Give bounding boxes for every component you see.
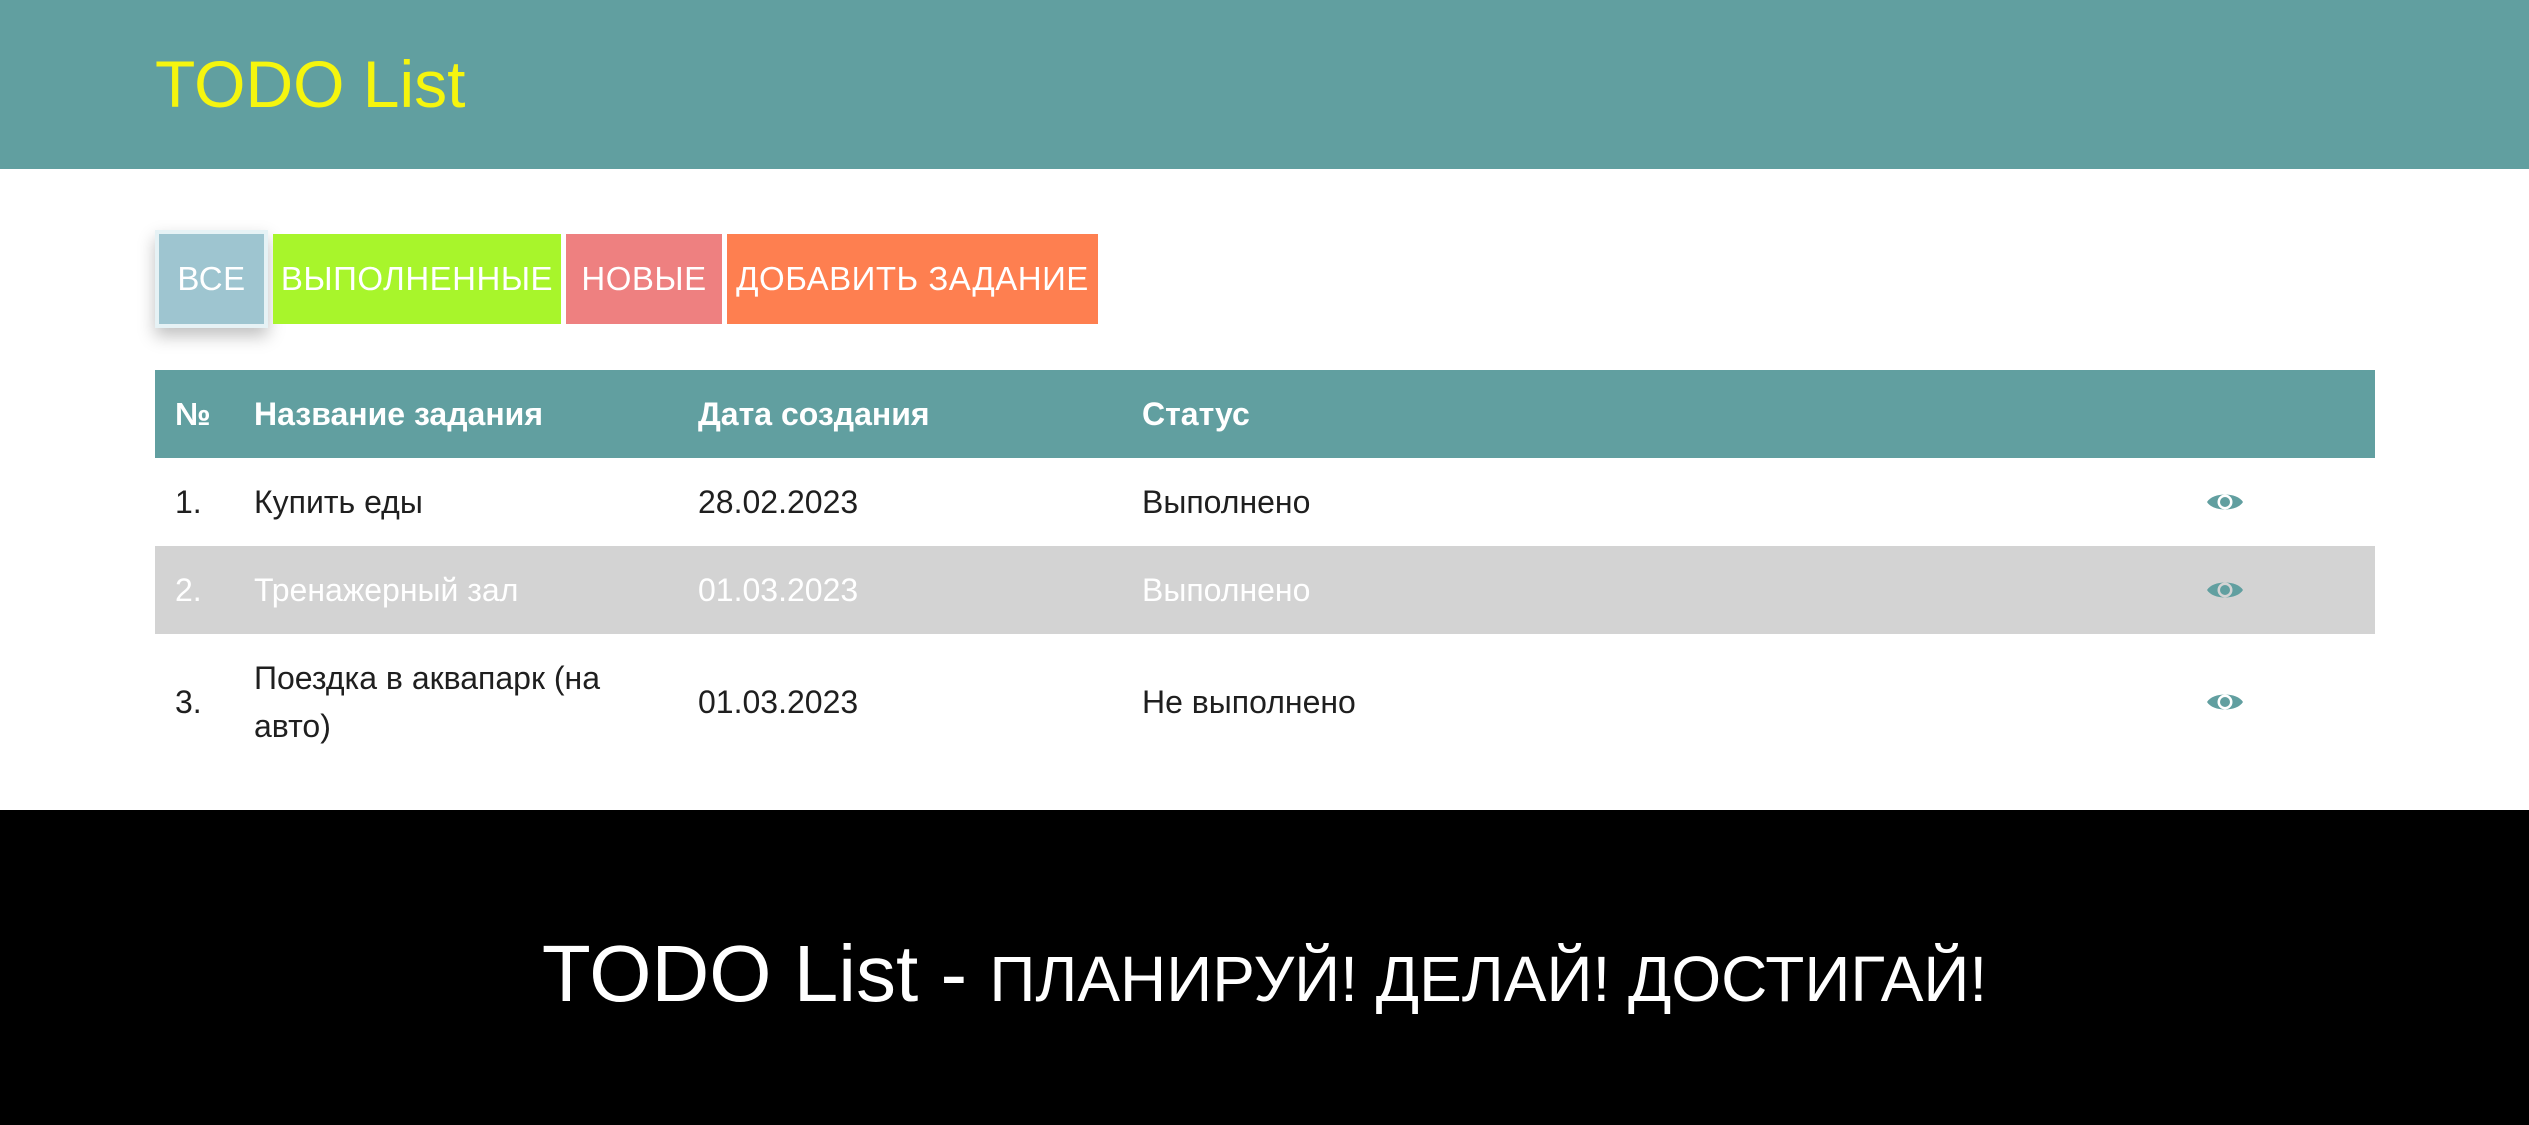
footer-tagline: TODO List - ПЛАНИРУЙ! ДЕЛАЙ! ДОСТИГАЙ! — [0, 928, 2529, 1020]
task-status: Выполнено — [1142, 571, 1311, 608]
footer-slogan: ПЛАНИРУЙ! ДЕЛАЙ! ДОСТИГАЙ! — [989, 943, 1988, 1015]
task-date: 28.02.2023 — [698, 483, 859, 520]
eye-icon[interactable] — [2205, 458, 2245, 546]
app-title: TODO List — [155, 47, 466, 121]
task-name: Тренажерный зал — [254, 572, 519, 608]
tasks-table: № Название задания Дата создания Статус … — [155, 370, 2375, 770]
filter-new-button[interactable]: НОВЫЕ — [566, 234, 722, 324]
task-number: 2. — [175, 571, 202, 608]
footer-app-name: TODO List — [541, 929, 919, 1018]
header-task-name: Название задания — [254, 396, 543, 432]
filter-done-button[interactable]: ВЫПОЛНЕННЫЕ — [273, 234, 561, 324]
table-row: 3. Поездка в аквапарк (на авто) 01.03.20… — [155, 634, 2375, 770]
app-footer: TODO List - ПЛАНИРУЙ! ДЕЛАЙ! ДОСТИГАЙ! — [0, 810, 2529, 1125]
app-header: TODO List — [0, 0, 2529, 169]
header-status: Статус — [1142, 395, 1250, 432]
task-name: Поездка в аквапарк (на авто) — [254, 660, 600, 744]
eye-icon[interactable] — [2205, 634, 2245, 770]
filter-toolbar: ВСЕ ВЫПОЛНЕННЫЕ НОВЫЕ ДОБАВИТЬ ЗАДАНИЕ — [155, 230, 1098, 328]
table-header: № Название задания Дата создания Статус — [155, 370, 2375, 458]
table-row: 1. Купить еды 28.02.2023 Выполнено — [155, 458, 2375, 546]
task-date: 01.03.2023 — [698, 683, 859, 720]
task-name: Купить еды — [254, 484, 423, 520]
header-number: № — [175, 395, 211, 432]
task-status: Не выполнено — [1142, 683, 1356, 720]
task-number: 3. — [175, 683, 202, 720]
filter-all-button[interactable]: ВСЕ — [155, 230, 268, 328]
header-created-date: Дата создания — [698, 395, 930, 432]
eye-icon[interactable] — [2205, 546, 2245, 634]
table-row: 2. Тренажерный зал 01.03.2023 Выполнено — [155, 546, 2375, 634]
task-date: 01.03.2023 — [698, 571, 859, 608]
add-task-button[interactable]: ДОБАВИТЬ ЗАДАНИЕ — [727, 234, 1098, 324]
footer-separator: - — [918, 929, 990, 1018]
task-status: Выполнено — [1142, 483, 1311, 520]
task-number: 1. — [175, 483, 202, 520]
